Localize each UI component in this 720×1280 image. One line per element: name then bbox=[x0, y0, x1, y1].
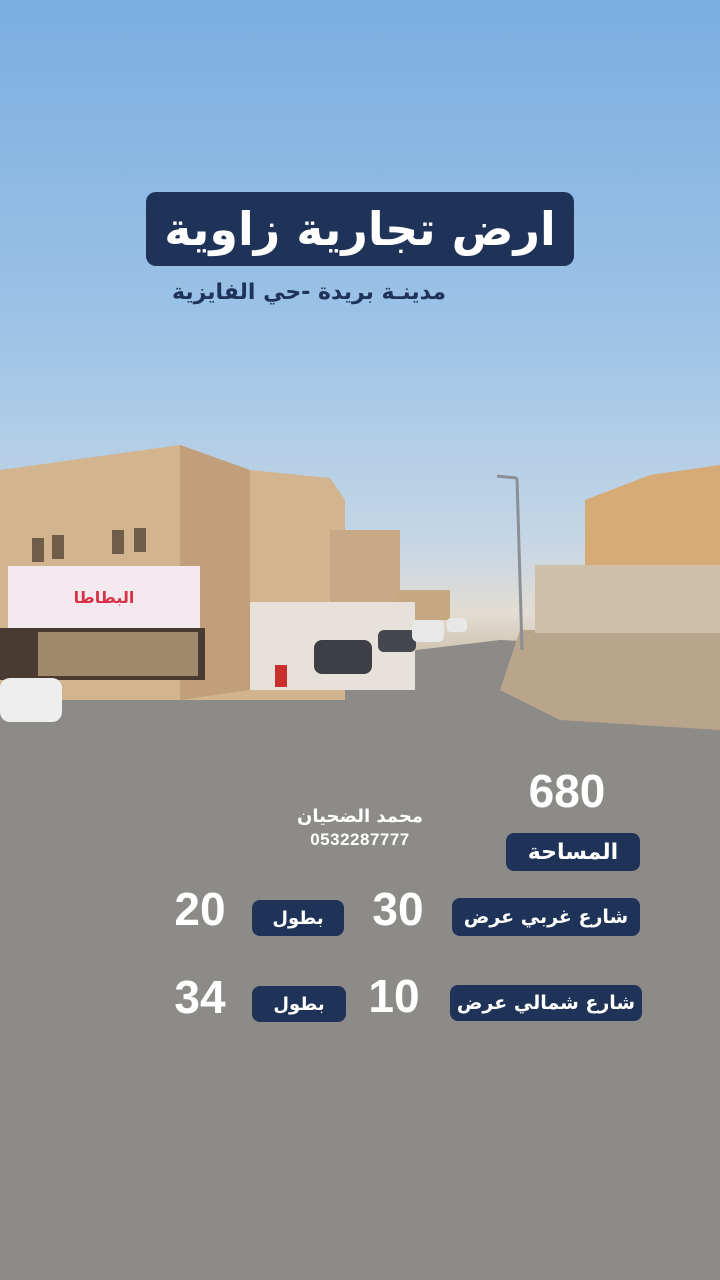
listing-location: مدينـة بريدة -حي الفايزية bbox=[171, 280, 446, 305]
window bbox=[112, 530, 124, 554]
wall-right bbox=[535, 565, 720, 633]
window bbox=[32, 538, 44, 562]
trash-bin bbox=[275, 665, 287, 687]
car-white bbox=[447, 618, 467, 632]
window bbox=[52, 535, 64, 559]
window bbox=[134, 528, 146, 552]
road bbox=[0, 640, 720, 1280]
car-dark bbox=[314, 640, 372, 674]
shop-sign: البطاطا bbox=[8, 566, 200, 628]
car-dark bbox=[378, 630, 416, 652]
car-white bbox=[412, 620, 444, 642]
north-street-width: 10 bbox=[368, 970, 420, 1022]
north-length-label: بطول bbox=[252, 986, 346, 1022]
area-label: المساحة bbox=[506, 833, 640, 871]
car-white bbox=[0, 678, 62, 722]
west-street-label: شارع غربي عرض bbox=[452, 898, 640, 936]
street-light-pole bbox=[515, 477, 524, 651]
north-length: 34 bbox=[174, 971, 226, 1023]
street-light-arm bbox=[496, 474, 518, 480]
west-length-label: بطول bbox=[252, 900, 344, 936]
agent-phone: 0532287777 bbox=[310, 830, 410, 849]
area-value: 680 bbox=[528, 765, 606, 817]
shop-window bbox=[38, 632, 198, 676]
agent-name: محمد الضحيان bbox=[297, 806, 423, 827]
building-mid bbox=[330, 530, 400, 610]
listing-screen: البطاطا ارض تجارية زاوية مدينـة بريدة -ح… bbox=[0, 0, 720, 1280]
building-right bbox=[585, 465, 720, 565]
north-street-label: شارع شمالي عرض bbox=[450, 985, 642, 1021]
listing-title: ارض تجارية زاوية bbox=[146, 192, 574, 266]
west-street-width: 30 bbox=[372, 883, 424, 935]
west-length: 20 bbox=[174, 883, 226, 935]
